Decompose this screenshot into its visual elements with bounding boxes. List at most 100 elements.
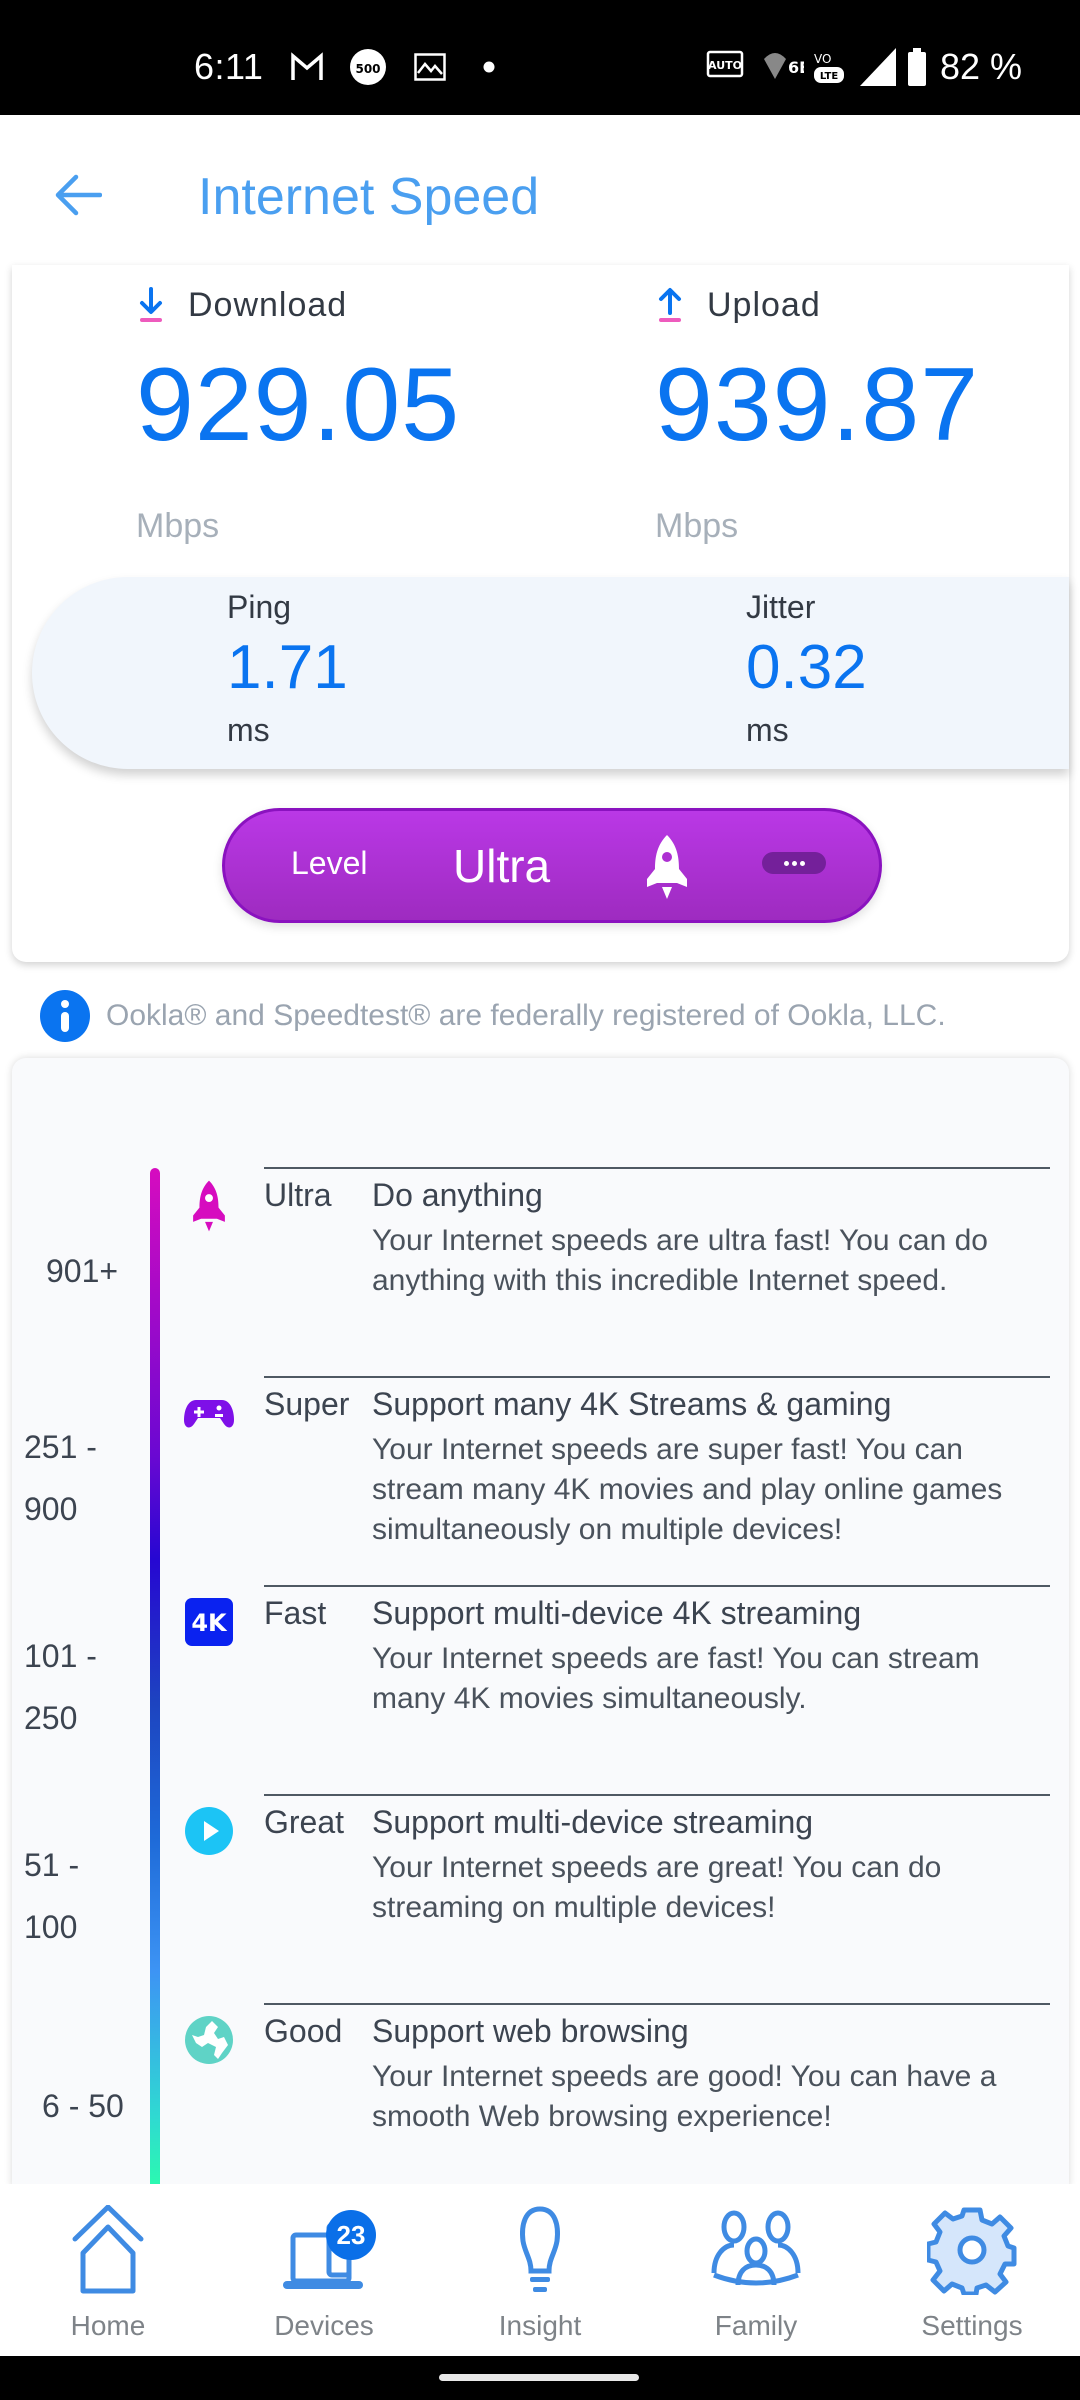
4k-icon: 4K bbox=[184, 1597, 234, 1647]
tier-divider bbox=[264, 1376, 1050, 1378]
ping-unit: ms bbox=[227, 712, 270, 749]
cell-signal-icon bbox=[858, 48, 898, 86]
back-button[interactable] bbox=[48, 165, 108, 225]
gmail-icon bbox=[287, 50, 327, 84]
home-gesture-handle[interactable] bbox=[439, 2374, 639, 2381]
tier-title: Support multi-device 4K streaming bbox=[372, 1595, 862, 1631]
auto-hz-icon: AUTO bbox=[706, 50, 746, 84]
gamepad-icon bbox=[184, 1388, 234, 1438]
tier-name: Fast bbox=[264, 1595, 327, 1631]
svg-text:4K: 4K bbox=[191, 1609, 228, 1637]
tier-name: Great bbox=[264, 1804, 345, 1840]
globe-icon bbox=[184, 2015, 234, 2065]
jitter-value: 0.32 bbox=[746, 633, 867, 702]
nav-insight[interactable]: Insight bbox=[432, 2184, 648, 2356]
ping-label: Ping bbox=[227, 589, 292, 625]
nav-label: Home bbox=[70, 2310, 146, 2341]
level-value: Ultra bbox=[453, 840, 551, 892]
download-metric: Download 929.05 Mbps bbox=[136, 285, 460, 546]
nav-home[interactable]: Home bbox=[0, 2184, 216, 2356]
svg-text:LTE: LTE bbox=[820, 71, 839, 82]
battery-icon bbox=[906, 48, 928, 86]
bottom-nav: Home 23 Devices Insight Family Settings bbox=[0, 2184, 1080, 2356]
battery-percent: 82 % bbox=[940, 46, 1023, 87]
nav-family[interactable]: Family bbox=[648, 2184, 864, 2356]
upload-value: 939.87 bbox=[655, 347, 980, 463]
range-label-great: 51 - 100 bbox=[24, 1847, 80, 1945]
home-icon bbox=[60, 2202, 156, 2298]
download-label: Download bbox=[188, 285, 348, 324]
ping-metric: Ping 1.71 ms bbox=[227, 589, 348, 749]
tier-description: Your Internet speeds are fast! You can s… bbox=[372, 1642, 980, 1715]
arrow-left-icon bbox=[55, 174, 102, 216]
tier-title: Support web browsing bbox=[372, 2013, 689, 2049]
ping-jitter-panel: Ping 1.71 ms Jitter 0.32 ms bbox=[32, 577, 1069, 769]
jitter-metric: Jitter 0.32 ms bbox=[746, 589, 867, 749]
upload-metric: Upload 939.87 Mbps bbox=[655, 285, 979, 546]
level-button[interactable]: Level Ultra bbox=[222, 808, 882, 923]
tier-name: Super bbox=[264, 1386, 350, 1422]
notification-500-icon: 500 bbox=[348, 49, 388, 85]
tier-title: Support multi-device streaming bbox=[372, 1804, 814, 1840]
upload-arrow-icon bbox=[655, 285, 685, 325]
ookla-notice: Ookla® and Speedtest® are federally regi… bbox=[40, 990, 946, 1042]
tier-divider bbox=[264, 1167, 1050, 1169]
tier-name: Good bbox=[264, 2013, 343, 2049]
play-icon bbox=[184, 1806, 234, 1856]
tier-description: Your Internet speeds are ultra fast! You… bbox=[372, 1224, 988, 1297]
gear-icon bbox=[924, 2202, 1020, 2298]
download-arrow-icon bbox=[136, 285, 166, 325]
tier-title: Do anything bbox=[372, 1177, 543, 1213]
nav-settings[interactable]: Settings bbox=[864, 2184, 1080, 2356]
tier-divider bbox=[264, 1585, 1050, 1587]
svg-text:VO: VO bbox=[814, 52, 831, 66]
nav-label: Devices bbox=[274, 2310, 374, 2341]
speed-gradient-bar bbox=[150, 1168, 160, 2188]
nav-devices[interactable]: 23 Devices bbox=[216, 2184, 432, 2356]
rocket-icon bbox=[643, 833, 691, 901]
download-unit: Mbps bbox=[136, 507, 220, 545]
lightbulb-icon bbox=[492, 2202, 588, 2298]
tier-title: Support many 4K Streams & gaming bbox=[372, 1386, 892, 1422]
devices-count-badge: 23 bbox=[326, 2210, 376, 2260]
svg-text:AUTO: AUTO bbox=[708, 59, 742, 72]
status-bar: 6:11 500 AUTO 6E VO LTE 82 % bbox=[0, 0, 1080, 115]
status-time: 6:11 bbox=[194, 46, 264, 87]
range-label-fast: 101 - 250 bbox=[24, 1638, 97, 1736]
tier-description: Your Internet speeds are super fast! You… bbox=[372, 1433, 1003, 1546]
download-value: 929.05 bbox=[136, 347, 461, 463]
tier-divider bbox=[264, 2003, 1050, 2005]
rocket-icon bbox=[184, 1179, 234, 1232]
info-text: Ookla® and Speedtest® are federally regi… bbox=[106, 999, 946, 1032]
speed-result-card: Download 929.05 Mbps Upload 939.87 Mbps … bbox=[12, 265, 1069, 962]
svg-text:500: 500 bbox=[355, 62, 380, 76]
gallery-icon bbox=[410, 50, 450, 84]
nav-label: Insight bbox=[498, 2310, 582, 2341]
tier-name: Ultra bbox=[264, 1177, 332, 1213]
family-icon bbox=[708, 2202, 804, 2298]
nav-label: Settings bbox=[921, 2310, 1023, 2341]
nav-label: Family bbox=[714, 2310, 798, 2341]
upload-unit: Mbps bbox=[655, 507, 739, 545]
speed-levels-card: 901+ 251 - 900 101 - 250 51 - 100 6 - 50… bbox=[12, 1058, 1069, 2188]
volte-icon: VO LTE bbox=[810, 50, 850, 84]
more-dots-icon[interactable] bbox=[762, 852, 826, 874]
app-bar: Internet Speed bbox=[0, 115, 1080, 270]
tier-description: Your Internet speeds are great! You can … bbox=[372, 1851, 942, 1924]
wifi-6e-icon: 6E bbox=[762, 50, 804, 84]
ping-value: 1.71 bbox=[227, 633, 348, 702]
jitter-label: Jitter bbox=[746, 589, 816, 625]
upload-label: Upload bbox=[707, 285, 821, 324]
page-title: Internet Speed bbox=[198, 168, 540, 226]
tier-description: Your Internet speeds are good! You can h… bbox=[372, 2060, 997, 2133]
jitter-unit: ms bbox=[746, 712, 789, 749]
devices-icon: 23 bbox=[276, 2202, 376, 2298]
range-label-super: 251 - 900 bbox=[24, 1429, 97, 1527]
svg-text:6E: 6E bbox=[788, 58, 804, 77]
range-label-good: 6 - 50 bbox=[42, 2088, 124, 2124]
range-label-ultra: 901+ bbox=[46, 1253, 119, 1289]
tier-divider bbox=[264, 1794, 1050, 1796]
level-label: Level bbox=[291, 845, 368, 881]
info-icon bbox=[40, 990, 90, 1042]
system-gesture-bar bbox=[0, 2356, 1080, 2400]
